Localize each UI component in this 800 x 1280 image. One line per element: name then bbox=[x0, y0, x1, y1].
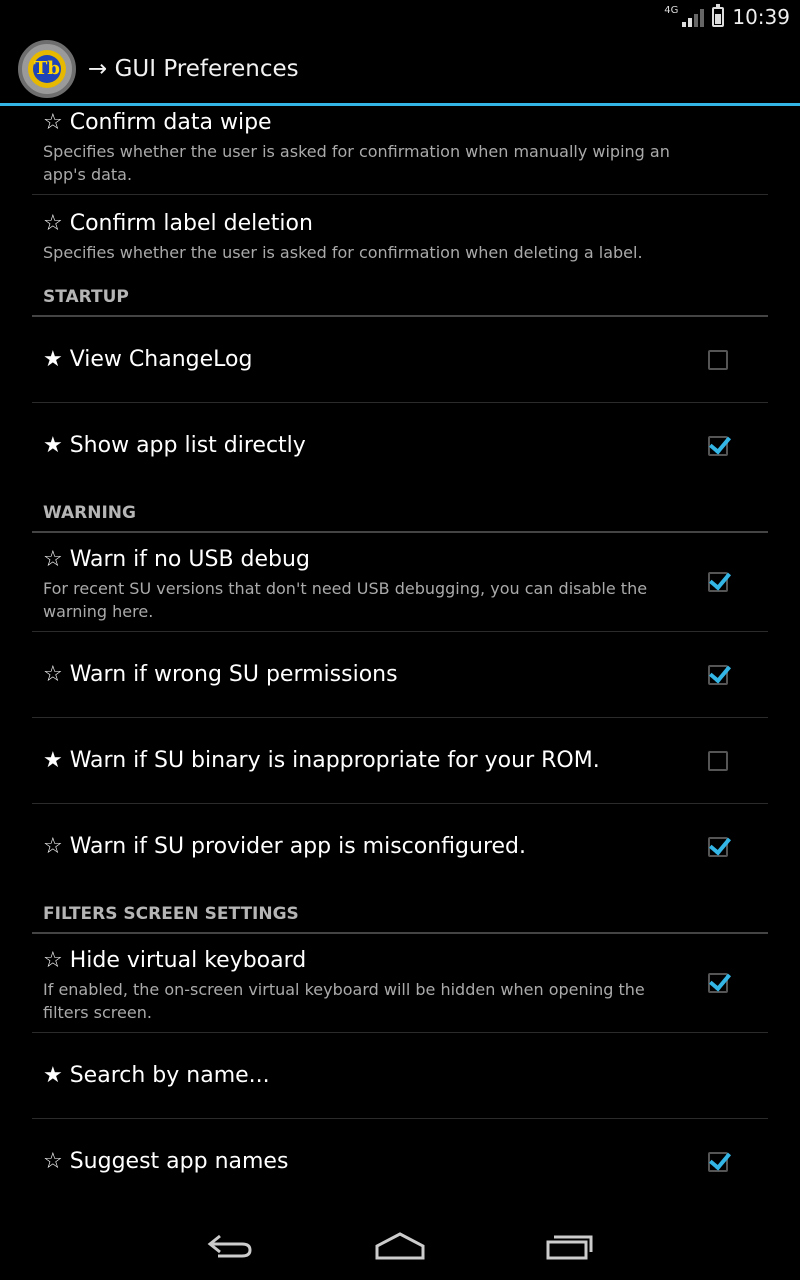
warn-su-provider-checkbox[interactable] bbox=[708, 837, 728, 857]
pref-title: ★ View ChangeLog bbox=[43, 346, 253, 372]
app-logo-inner: Tb bbox=[28, 49, 66, 88]
pref-warn-usb-debug[interactable]: ☆ Warn if no USB debug For recent SU ver… bbox=[32, 533, 768, 632]
battery-icon bbox=[712, 4, 725, 27]
pref-title: ★ Search by name... bbox=[43, 1062, 270, 1088]
pref-warn-su-provider[interactable]: ☆ Warn if SU provider app is misconfigur… bbox=[32, 804, 768, 890]
hide-keyboard-checkbox[interactable] bbox=[708, 973, 728, 993]
app-logo-core: Tb bbox=[33, 54, 61, 83]
back-button[interactable] bbox=[195, 1221, 265, 1271]
preferences-list[interactable]: ☆ Confirm data wipe Specifies whether th… bbox=[32, 106, 768, 1212]
app-logo-icon[interactable]: Tb bbox=[18, 39, 76, 98]
navigation-bar bbox=[0, 1212, 800, 1280]
suggest-app-names-checkbox[interactable] bbox=[708, 1152, 728, 1172]
pref-confirm-label-deletion[interactable]: ☆ Confirm label deletion Specifies wheth… bbox=[32, 195, 768, 272]
pref-hide-virtual-keyboard[interactable]: ☆ Hide virtual keyboard If enabled, the … bbox=[32, 934, 768, 1033]
clock: 10:39 bbox=[732, 5, 790, 29]
pref-search-by-name[interactable]: ★ Search by name... bbox=[32, 1033, 768, 1119]
pref-warn-su-binary[interactable]: ★ Warn if SU binary is inappropriate for… bbox=[32, 718, 768, 804]
show-app-list-checkbox[interactable] bbox=[708, 436, 728, 456]
pref-summary: Specifies whether the user is asked for … bbox=[43, 142, 670, 184]
pref-view-changelog[interactable]: ★ View ChangeLog bbox=[32, 317, 768, 403]
pref-summary: If enabled, the on-screen virtual keyboa… bbox=[43, 980, 645, 1022]
back-icon bbox=[207, 1234, 252, 1258]
section-header-filters: FILTERS SCREEN SETTINGS bbox=[32, 890, 768, 934]
home-icon bbox=[375, 1232, 425, 1260]
home-button[interactable] bbox=[365, 1221, 435, 1271]
recents-button[interactable] bbox=[535, 1221, 605, 1271]
pref-title: ☆ Warn if SU provider app is misconfigur… bbox=[43, 834, 527, 859]
network-type-label: 4G bbox=[664, 4, 679, 16]
signal-icon bbox=[682, 7, 705, 27]
pref-title: ★ Show app list directly bbox=[43, 433, 306, 458]
view-changelog-checkbox[interactable] bbox=[708, 349, 728, 370]
section-header-startup: STARTUP bbox=[32, 272, 768, 317]
pref-summary: For recent SU versions that don't need U… bbox=[43, 579, 648, 621]
recents-icon bbox=[546, 1235, 593, 1260]
status-bar: 4G 10:39 bbox=[0, 0, 800, 34]
pref-title: ☆ Warn if no USB debug bbox=[43, 547, 310, 572]
pref-confirm-data-wipe[interactable]: ☆ Confirm data wipe Specifies whether th… bbox=[32, 106, 768, 195]
section-header-warning: WARNING bbox=[32, 489, 768, 533]
status-icons: 4G 10:39 bbox=[664, 4, 790, 29]
pref-title: ☆ Warn if wrong SU permissions bbox=[43, 661, 398, 687]
pref-title: ★ Warn if SU binary is inappropriate for… bbox=[43, 747, 600, 773]
warn-usb-debug-checkbox[interactable] bbox=[708, 572, 728, 592]
warn-su-permissions-checkbox[interactable] bbox=[708, 664, 728, 685]
pref-summary: Specifies whether the user is asked for … bbox=[43, 243, 643, 262]
page-title: → GUI Preferences bbox=[88, 55, 299, 82]
pref-title: ☆ Confirm label deletion bbox=[43, 211, 313, 236]
pref-warn-su-permissions[interactable]: ☆ Warn if wrong SU permissions bbox=[32, 632, 768, 718]
pref-suggest-app-names[interactable]: ☆ Suggest app names bbox=[32, 1119, 768, 1205]
action-bar: Tb → GUI Preferences bbox=[0, 34, 800, 106]
pref-title: ☆ Confirm data wipe bbox=[43, 110, 272, 135]
pref-title: ☆ Suggest app names bbox=[43, 1149, 289, 1174]
pref-title: ☆ Hide virtual keyboard bbox=[43, 948, 307, 973]
pref-show-app-list[interactable]: ★ Show app list directly bbox=[32, 403, 768, 489]
warn-su-binary-checkbox[interactable] bbox=[708, 750, 728, 771]
